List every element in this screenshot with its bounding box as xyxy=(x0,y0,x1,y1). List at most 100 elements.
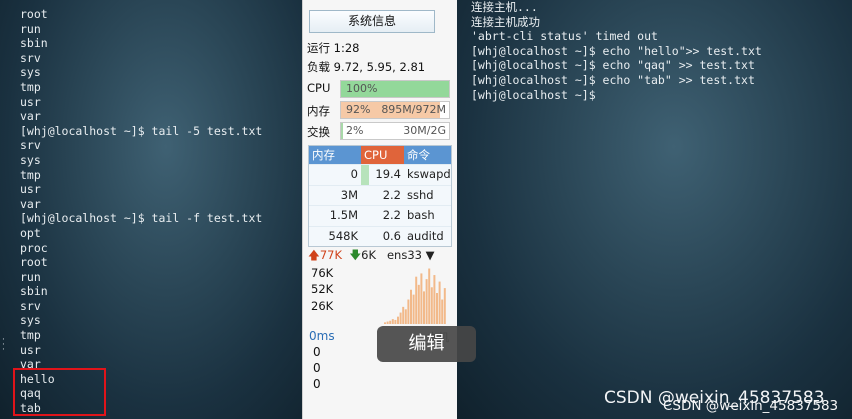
network-bar xyxy=(415,276,418,324)
terminal-line: var xyxy=(20,109,41,124)
left-terminal-output: root run sbin srv sys tmp usr var [whj@localhost… xyxy=(20,7,262,416)
network-bar xyxy=(391,319,394,324)
terminal-line: 'abrt-cli status' timed out xyxy=(471,29,658,44)
resize-grip-icon[interactable]: · · · xyxy=(2,336,6,355)
network-bar xyxy=(384,322,386,324)
column-memory-header[interactable]: 内存 xyxy=(309,146,361,164)
network-bar xyxy=(430,287,433,324)
memory-label: 内存 xyxy=(307,104,330,118)
system-info-button[interactable]: 系统信息 xyxy=(309,10,435,33)
download-rate: 6K xyxy=(361,248,377,262)
terminal-line: [whj@localhost ~]$ xyxy=(471,87,596,102)
swap-detail: 30M/2G xyxy=(403,124,446,137)
interface-select[interactable]: ens33 ▼ xyxy=(387,248,435,262)
process-memory: 548K xyxy=(328,228,359,243)
process-memory: 3M xyxy=(340,187,358,202)
column-command-header[interactable]: 命令 xyxy=(404,146,451,164)
process-row[interactable]: 3M 2.2 sshd xyxy=(309,184,451,205)
upload-rate: 77K xyxy=(319,248,343,262)
ping-value: 0 xyxy=(313,377,321,391)
process-memory: 1.5M xyxy=(329,208,358,222)
right-terminal-output: 连接主机... 连接主机成功'abrt-cli status' timed out… xyxy=(471,0,762,102)
terminal-line: sys xyxy=(20,65,41,80)
network-bar xyxy=(399,312,402,324)
network-bar xyxy=(433,275,436,324)
terminal-line: [whj@localhost ~]$ echo "hello">> test.t… xyxy=(471,43,762,58)
left-terminal[interactable]: root run sbin srv sys tmp usr var [whj@localhost… xyxy=(0,0,302,419)
terminal-line: opt xyxy=(20,225,41,240)
terminal-line: root xyxy=(20,7,48,21)
network-bar xyxy=(397,316,399,324)
terminal-line: root xyxy=(20,255,48,270)
terminal-line: srv xyxy=(20,50,41,65)
arrow-up-icon: 🡅 xyxy=(308,248,320,262)
terminal-line: var xyxy=(20,196,41,211)
network-bar xyxy=(417,284,420,324)
network-bar xyxy=(407,299,410,324)
process-row[interactable]: 1.5M 2.2 bash xyxy=(309,205,451,226)
ping-value: 0 xyxy=(313,361,321,375)
process-table[interactable]: 内存 CPU 命令 0 19.4 kswapd 3M 2.2 sshd 1.5M 2.2 bas… xyxy=(308,145,452,247)
ping-latency: 0ms xyxy=(309,329,335,343)
process-row[interactable]: 0 19.4 kswapd xyxy=(309,164,451,185)
process-table-header: 内存 CPU 命令 xyxy=(309,146,451,164)
cpu-meter: 100% xyxy=(340,80,450,98)
network-bar xyxy=(441,299,444,324)
ping-value: 0 xyxy=(313,345,321,359)
terminal-line: tmp xyxy=(20,328,41,343)
terminal-line: usr xyxy=(20,182,41,197)
process-command: sshd xyxy=(407,187,434,202)
terminal-line: sbin xyxy=(20,284,48,299)
terminal-line: run xyxy=(20,269,41,284)
network-bar xyxy=(438,281,441,324)
terminal-line: sbin xyxy=(20,36,48,51)
network-bar xyxy=(394,319,397,324)
chevron-down-icon: ▼ xyxy=(425,248,435,262)
uptime: 运行 1:28 xyxy=(307,41,360,55)
cpu-usage-bar xyxy=(361,165,370,185)
y-label-76k: 76K xyxy=(311,266,334,280)
network-bar xyxy=(412,294,415,324)
process-command: bash xyxy=(407,208,435,222)
network-bar xyxy=(436,293,438,324)
cpu-value: 100% xyxy=(346,82,378,95)
process-cpu: 19.4 xyxy=(361,165,404,185)
interface-name: ens33 xyxy=(386,248,422,262)
terminal-line: [whj@localhost ~]$ tail -f test.txt xyxy=(20,211,263,226)
process-cpu: 0.6 xyxy=(382,228,401,243)
process-cpu: 2.2 xyxy=(382,208,401,222)
terminal-line: usr xyxy=(20,94,41,109)
swap-meter: 2% 30M/2G xyxy=(340,122,450,140)
network-bar xyxy=(425,279,428,324)
process-cpu: 2.2 xyxy=(382,187,401,202)
terminal-line: sys xyxy=(20,152,41,167)
network-bar xyxy=(404,309,407,324)
memory-meter: 92% 895M/972M xyxy=(340,101,450,119)
terminal-line: [whj@localhost ~]$ tail -5 test.txt xyxy=(20,123,263,138)
terminal-line: proc xyxy=(20,240,48,255)
terminal-line: [whj@localhost ~]$ echo "qaq" >> test.tx… xyxy=(471,58,755,73)
network-bar xyxy=(410,289,412,324)
process-memory: 0 xyxy=(350,167,358,181)
network-bar xyxy=(389,320,392,324)
network-bar xyxy=(423,291,425,324)
edit-toast[interactable]: 编辑 xyxy=(377,326,476,362)
terminal-line: [whj@localhost ~]$ echo "tab" >> test.tx… xyxy=(471,72,755,87)
process-command: auditd xyxy=(407,228,444,243)
terminal-line: tmp xyxy=(20,79,41,94)
highlight-box xyxy=(13,368,106,416)
watermark: CSDN @weixin_45837583 xyxy=(604,388,825,408)
terminal-line: run xyxy=(20,21,41,36)
swap-label: 交换 xyxy=(307,125,330,139)
right-terminal[interactable]: 连接主机... 连接主机成功'abrt-cli status' timed out… xyxy=(457,0,852,419)
load-average: 负载 9.72, 5.95, 2.81 xyxy=(307,60,426,74)
terminal-line: 连接主机... xyxy=(471,0,538,14)
network-bar xyxy=(420,273,423,324)
cpu-label: CPU xyxy=(307,81,331,95)
terminal-line: sys xyxy=(20,313,41,328)
y-label-26k: 26K xyxy=(311,299,334,313)
terminal-line: srv xyxy=(20,298,41,313)
process-command: kswapd xyxy=(407,167,451,181)
column-cpu-header[interactable]: CPU xyxy=(361,146,404,164)
process-row[interactable]: 548K 0.6 auditd xyxy=(309,225,451,246)
